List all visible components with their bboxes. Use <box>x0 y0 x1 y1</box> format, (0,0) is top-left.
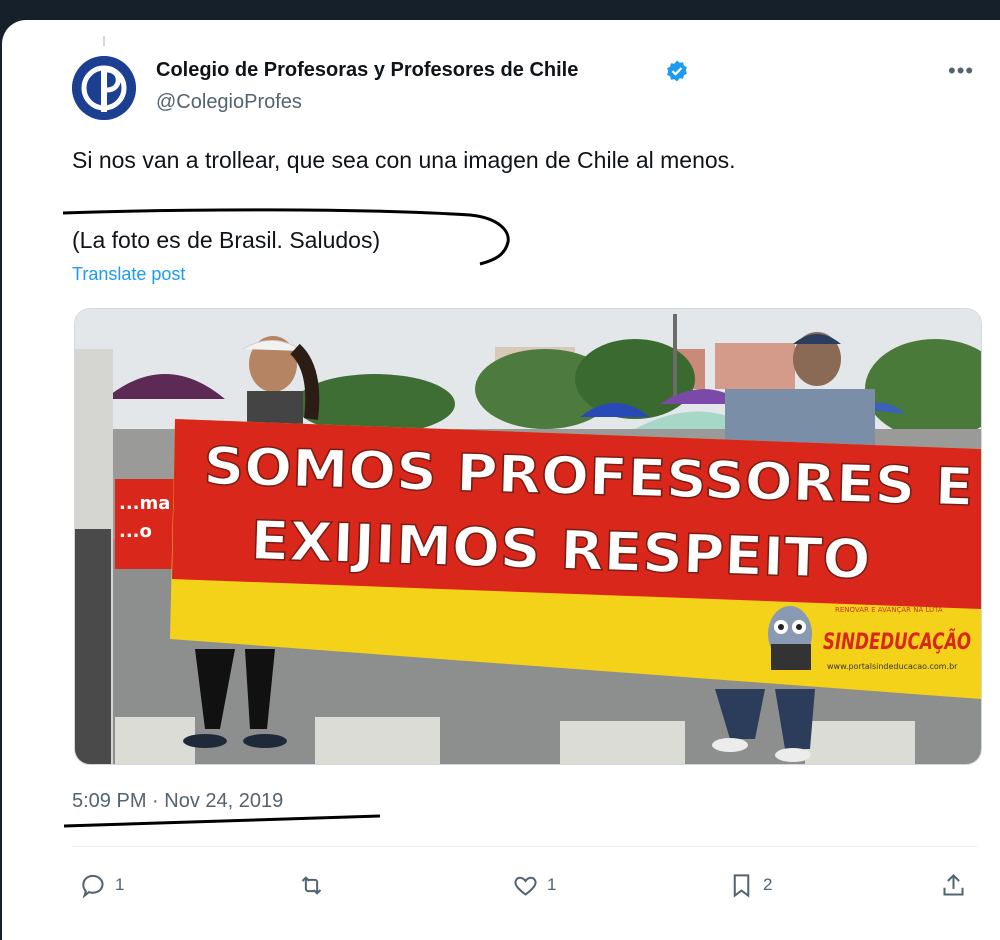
verified-badge-icon <box>667 60 687 82</box>
thread-connector <box>103 36 105 46</box>
bookmark-count: 2 <box>763 875 773 894</box>
reply-button[interactable]: 1 <box>80 870 124 900</box>
post-text-line1: Si nos van a trollear, que sea con una i… <box>72 147 736 173</box>
cp-logo-icon <box>72 56 136 120</box>
repost-button[interactable] <box>298 870 333 900</box>
tweet-card: Colegio de Profesoras y Profesores de Ch… <box>2 20 1000 940</box>
author-name[interactable]: Colegio de Profesoras y Profesores de Ch… <box>156 59 578 82</box>
author-handle[interactable]: @ColegioProfes <box>156 91 302 114</box>
like-count: 1 <box>547 875 557 894</box>
share-icon <box>943 873 964 896</box>
reply-icon <box>82 874 104 898</box>
repost-icon <box>301 875 322 895</box>
banner-brand: SINDEDUCAÇÃO <box>823 629 971 655</box>
post-image[interactable]: ...ma ...o SOMOS PROFESSORES E EXIJIMOS … <box>74 308 982 765</box>
post-text-line2: (La foto es de Brasil. Saludos) <box>72 227 381 253</box>
banner-url: www.portalsindeducacao.com.br <box>827 662 958 671</box>
translate-post-link[interactable]: Translate post <box>72 264 185 285</box>
post-timestamp[interactable]: 5:09 PM · Nov 24, 2019 <box>72 790 283 813</box>
side-sign-text: ...ma <box>119 493 170 514</box>
heart-icon <box>514 876 537 896</box>
like-button[interactable]: 1 <box>512 870 556 900</box>
divider <box>72 846 978 847</box>
bookmark-icon <box>733 873 750 898</box>
share-button[interactable] <box>940 870 967 900</box>
reply-count: 1 <box>115 875 125 894</box>
more-options-icon[interactable]: ••• <box>948 58 974 84</box>
banner-small-text: RENOVAR E AVANÇAR NA LUTA <box>835 606 943 614</box>
svg-text:...o: ...o <box>119 521 152 542</box>
bookmark-button[interactable]: 2 <box>728 870 772 900</box>
avatar[interactable] <box>72 56 136 120</box>
